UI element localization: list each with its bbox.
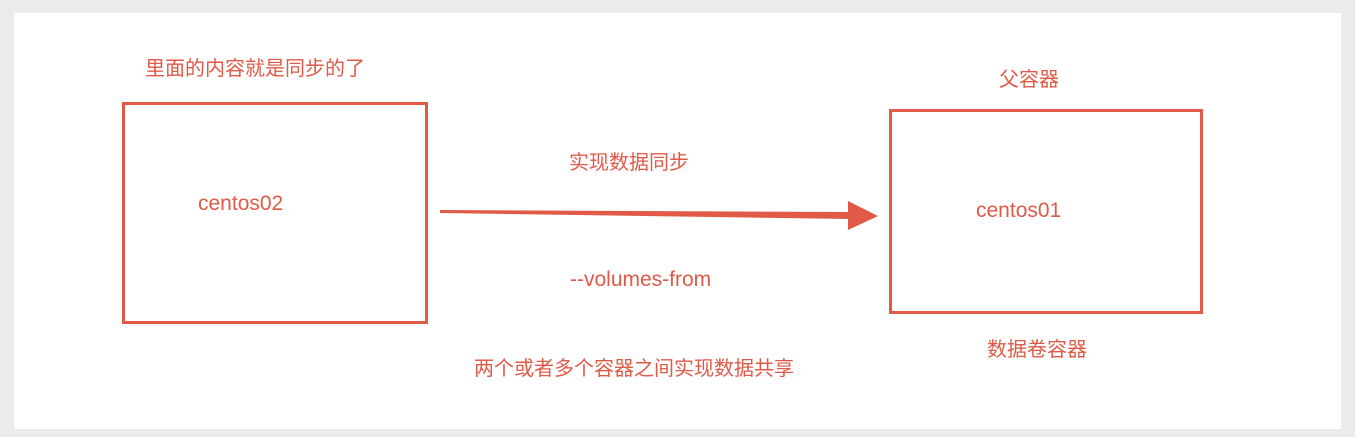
diagram-canvas: 里面的内容就是同步的了 centos02 父容器 centos01 数据卷容器 … xyxy=(14,13,1341,429)
edge-label-bottom: --volumes-from xyxy=(570,268,712,291)
footer-note: 两个或者多个容器之间实现数据共享 xyxy=(474,356,794,380)
arrow-head xyxy=(848,201,878,230)
arrow-shaft xyxy=(440,210,850,219)
